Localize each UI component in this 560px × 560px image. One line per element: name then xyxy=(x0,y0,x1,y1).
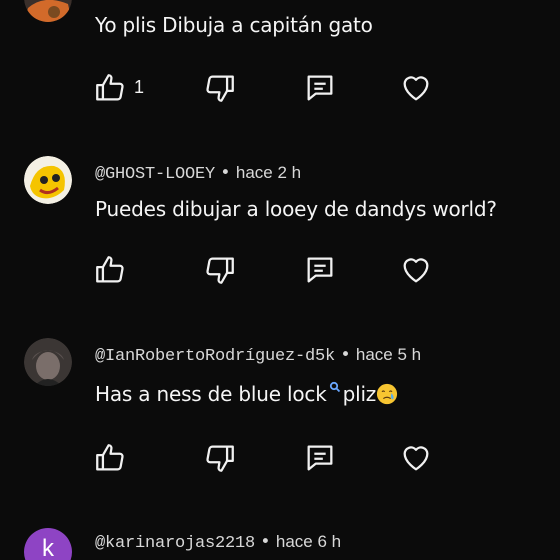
heart-button[interactable] xyxy=(396,438,436,478)
like-button[interactable] xyxy=(90,250,130,290)
comment-meta: @IanRobertoRodríguez-d5k • hace 5 h xyxy=(95,345,421,366)
meta-separator: • xyxy=(255,532,276,552)
comment-meta: @karinarojas2218 • hace 6 h xyxy=(95,532,341,553)
like-button[interactable] xyxy=(90,438,130,478)
reply-icon xyxy=(307,75,333,101)
dislike-button[interactable] xyxy=(200,68,240,108)
heart-icon xyxy=(403,76,429,101)
dislike-button[interactable] xyxy=(200,250,240,290)
meta-separator: • xyxy=(215,163,236,183)
avatar[interactable]: k xyxy=(24,528,72,560)
thumbs-up-icon xyxy=(96,74,124,101)
comment-meta: @GHOST-LOOEY • hace 2 h xyxy=(95,163,301,184)
avatar[interactable] xyxy=(24,0,72,22)
heart-button[interactable] xyxy=(396,250,436,290)
author-handle[interactable]: @IanRobertoRodríguez-d5k xyxy=(95,347,335,366)
comment-text-part: pliz xyxy=(342,382,377,406)
comment-actions xyxy=(90,438,450,478)
heart-button[interactable] xyxy=(396,68,436,108)
crying-face-emoji xyxy=(377,383,398,405)
reply-button[interactable] xyxy=(300,68,340,108)
heart-icon xyxy=(403,446,429,471)
meta-separator: • xyxy=(335,345,356,365)
like-count: 1 xyxy=(134,77,145,97)
comment-text: Puedes dibujar a looey de dandys world? xyxy=(95,197,497,221)
comment-time: hace 2 h xyxy=(235,163,302,182)
reply-icon xyxy=(307,445,333,471)
reply-button[interactable] xyxy=(300,438,340,478)
like-button[interactable] xyxy=(90,68,130,108)
author-handle[interactable]: @GHOST-LOOEY xyxy=(95,165,215,184)
avatar-letter: k xyxy=(42,535,54,560)
comment-time: hace 6 h xyxy=(275,532,342,551)
avatar[interactable] xyxy=(24,156,72,204)
dislike-button[interactable] xyxy=(200,438,240,478)
reply-icon xyxy=(307,257,333,283)
reply-button[interactable] xyxy=(300,250,340,290)
comment-actions xyxy=(90,250,450,290)
thumbs-up-icon xyxy=(96,256,124,283)
comment-text-part: Has a ness de blue lock xyxy=(95,382,327,406)
comment-time: hace 5 h xyxy=(355,345,422,364)
heart-icon xyxy=(403,258,429,283)
thumbs-down-icon xyxy=(206,445,234,472)
search-icon[interactable] xyxy=(329,381,341,397)
thumbs-down-icon xyxy=(206,257,234,284)
comment-actions: 1 xyxy=(90,68,450,108)
comment-text: Has a ness de blue lock pliz xyxy=(95,381,398,406)
comments-screen: Yo plis Dibuja a capitán gato 1 @GHOST-L… xyxy=(0,0,560,560)
avatar[interactable] xyxy=(24,338,72,386)
thumbs-down-icon xyxy=(206,75,234,102)
author-handle[interactable]: @karinarojas2218 xyxy=(95,534,255,553)
comment-text: Yo plis Dibuja a capitán gato xyxy=(95,13,373,37)
thumbs-up-icon xyxy=(96,444,124,471)
